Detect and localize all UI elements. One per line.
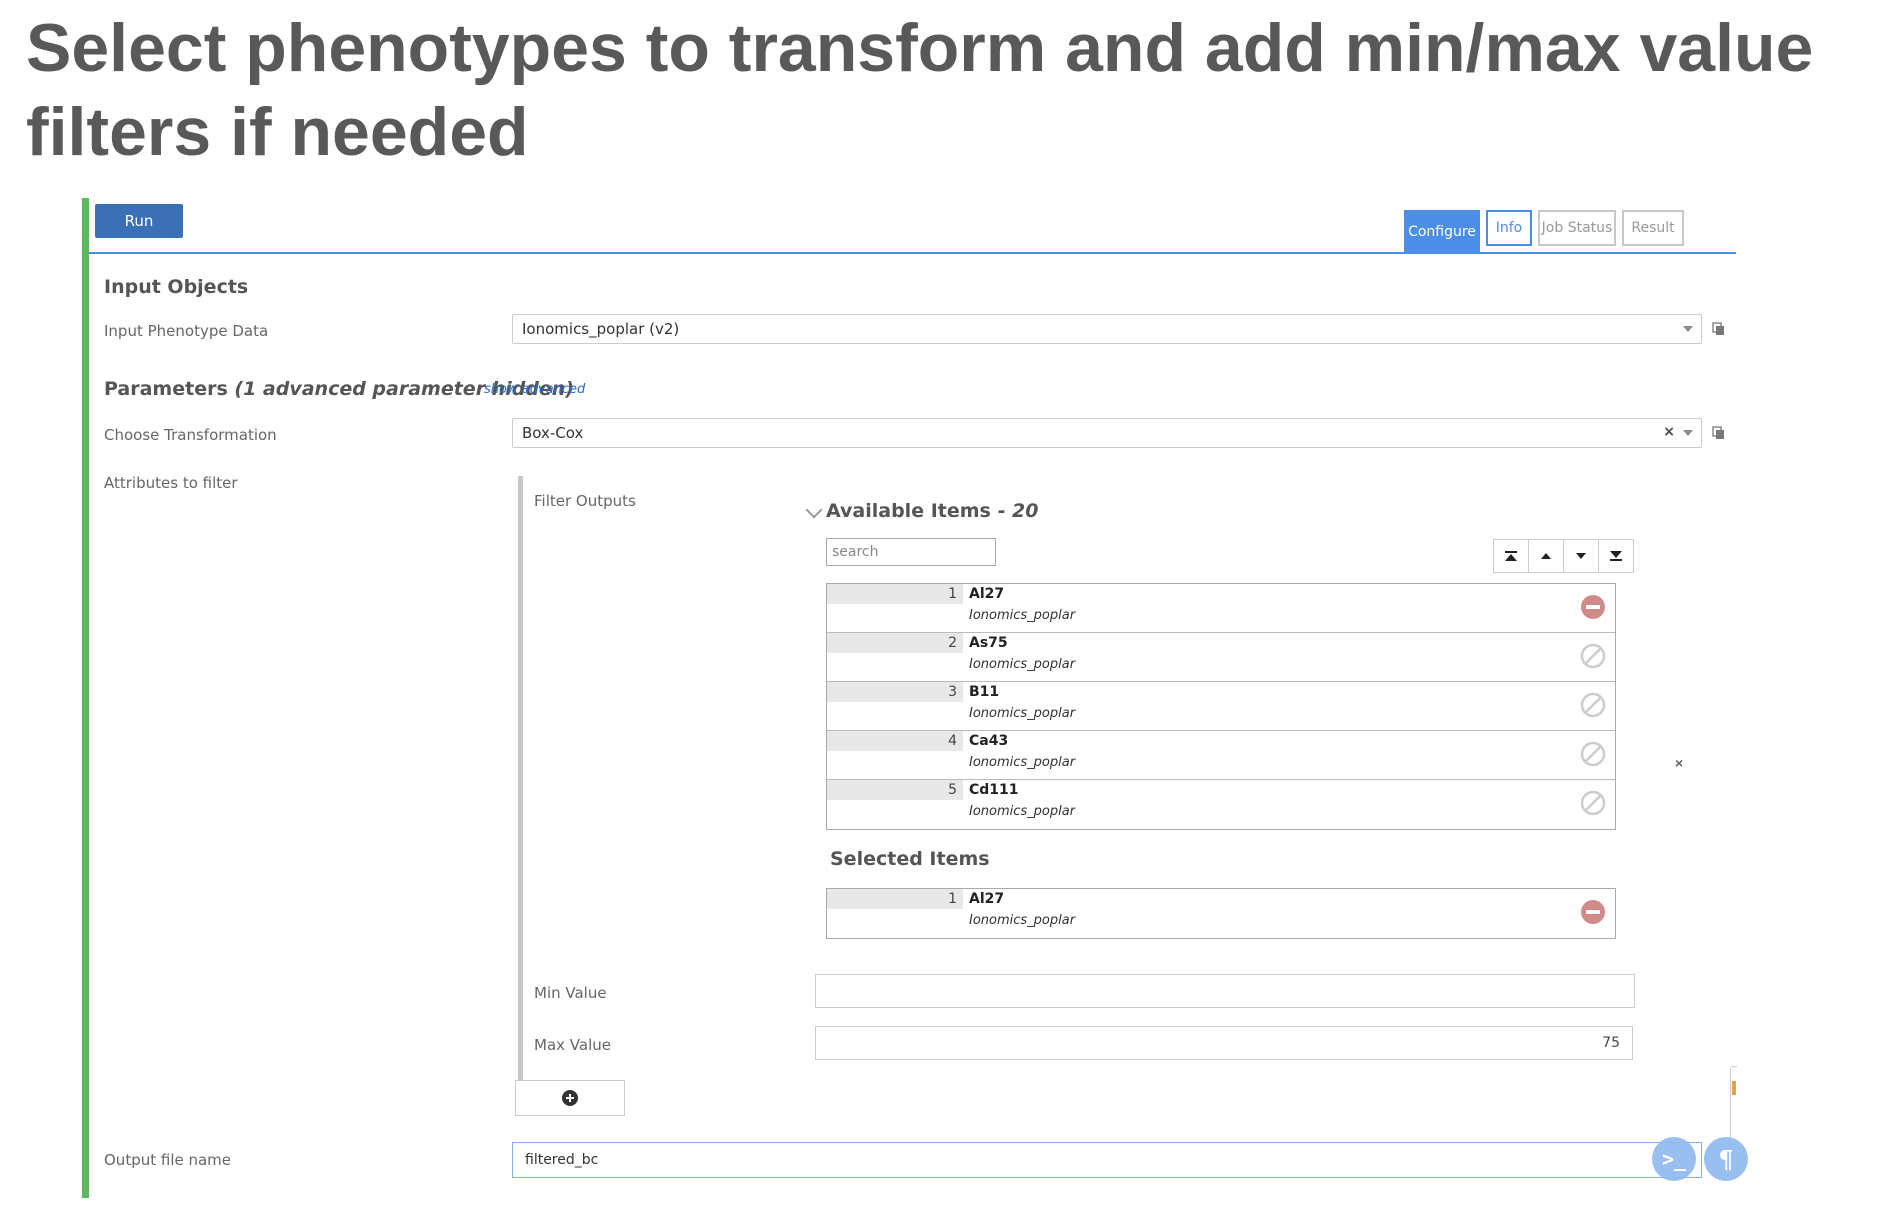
pilcrow-icon[interactable]: ¶	[1704, 1137, 1748, 1181]
transformation-select[interactable]: Box-Cox ×	[512, 418, 1702, 448]
disabled-icon[interactable]	[1579, 642, 1607, 670]
max-value-label: Max Value	[534, 1036, 611, 1054]
side-tab-marker	[1732, 1081, 1736, 1095]
filter-outputs-label: Filter Outputs	[534, 492, 636, 510]
move-bottom-icon	[1610, 551, 1622, 561]
input-phenotype-select[interactable]: Ionomics_poplar (v2)	[512, 314, 1702, 344]
tab-job-status[interactable]: Job Status	[1538, 210, 1616, 246]
list-item[interactable]: 1 Al27 Ionomics_poplar	[827, 889, 1615, 938]
parameters-title: Parameters	[104, 378, 228, 400]
move-up-button[interactable]	[1528, 539, 1564, 573]
search-input[interactable]: search	[826, 538, 996, 566]
move-top-button[interactable]	[1493, 539, 1529, 573]
item-name: Cd111	[969, 782, 1019, 798]
terminal-icon[interactable]: >_	[1652, 1137, 1696, 1181]
run-button[interactable]: Run	[95, 204, 183, 238]
available-items-title: Available Items -	[826, 500, 1012, 522]
move-down-button[interactable]	[1563, 539, 1599, 573]
item-number: 3	[827, 682, 963, 702]
move-top-icon	[1505, 551, 1517, 561]
tab-bar: Configure Info Job Status Result	[1404, 210, 1684, 253]
item-source: Ionomics_poplar	[969, 608, 1076, 623]
item-name: B11	[969, 684, 1000, 700]
input-phenotype-value: Ionomics_poplar (v2)	[522, 320, 680, 338]
remove-icon[interactable]	[1579, 898, 1607, 926]
item-name: Al27	[969, 891, 1005, 907]
list-item[interactable]: 3 B11 Ionomics_poplar	[827, 682, 1615, 731]
item-number: 2	[827, 633, 963, 653]
plus-circle-icon	[562, 1090, 578, 1106]
remove-icon[interactable]	[1579, 593, 1607, 621]
max-value-input[interactable]: 75	[815, 1026, 1633, 1060]
output-name-input[interactable]: filtered_bc	[512, 1142, 1702, 1178]
input-phenotype-label: Input Phenotype Data	[104, 322, 269, 340]
close-icon[interactable]: ×	[1675, 755, 1683, 771]
copy-icon[interactable]	[1712, 426, 1725, 440]
move-up-icon	[1541, 553, 1551, 559]
disabled-icon[interactable]	[1579, 740, 1607, 768]
filter-group-bar	[518, 476, 523, 1080]
item-name: Al27	[969, 586, 1005, 602]
tab-info[interactable]: Info	[1486, 210, 1532, 246]
list-item[interactable]: 4 Ca43 Ionomics_poplar	[827, 731, 1615, 780]
tab-configure[interactable]: Configure	[1404, 210, 1480, 253]
item-number: 5	[827, 780, 963, 800]
panel-accent-bar	[82, 198, 89, 1198]
copy-icon[interactable]	[1712, 322, 1725, 336]
tab-result[interactable]: Result	[1622, 210, 1684, 246]
item-source: Ionomics_poplar	[969, 755, 1076, 770]
available-items-list: 1 Al27 Ionomics_poplar 2 As75 Ionomics_p…	[826, 583, 1616, 830]
app-panel: Run Configure Info Job Status Result Inp…	[82, 198, 1748, 1198]
output-name-label: Output file name	[104, 1151, 232, 1169]
item-source: Ionomics_poplar	[969, 804, 1076, 819]
chevron-down-icon	[1683, 430, 1693, 436]
selected-items-list: 1 Al27 Ionomics_poplar	[826, 888, 1616, 939]
list-item[interactable]: 2 As75 Ionomics_poplar	[827, 633, 1615, 682]
attributes-label: Attributes to filter	[104, 474, 238, 492]
item-name: As75	[969, 635, 1008, 651]
available-items-count: 20	[1011, 500, 1039, 522]
clear-icon[interactable]: ×	[1663, 424, 1675, 440]
move-bottom-button[interactable]	[1598, 539, 1634, 573]
min-value-label: Min Value	[534, 984, 607, 1002]
item-source: Ionomics_poplar	[969, 706, 1076, 721]
reorder-toolbar	[1493, 539, 1634, 573]
item-source: Ionomics_poplar	[969, 913, 1076, 928]
selected-items-heading: Selected Items	[830, 848, 990, 870]
item-number: 4	[827, 731, 963, 751]
transformation-value: Box-Cox	[522, 424, 584, 442]
show-advanced-link[interactable]: show advanced	[484, 382, 585, 397]
chevron-down-icon	[1683, 326, 1693, 332]
disabled-icon[interactable]	[1579, 691, 1607, 719]
item-number: 1	[827, 889, 963, 909]
chevron-down-icon[interactable]	[805, 501, 823, 519]
list-item[interactable]: 5 Cd111 Ionomics_poplar	[827, 780, 1615, 829]
item-source: Ionomics_poplar	[969, 657, 1076, 672]
list-item[interactable]: 1 Al27 Ionomics_poplar	[827, 584, 1615, 633]
input-objects-heading: Input Objects	[104, 276, 249, 298]
min-value-input[interactable]	[815, 974, 1635, 1008]
add-filter-button[interactable]	[515, 1080, 625, 1116]
item-number: 1	[827, 584, 963, 604]
item-name: Ca43	[969, 733, 1009, 749]
move-down-icon	[1576, 553, 1586, 559]
slide-title: Select phenotypes to transform and add m…	[26, 10, 1814, 170]
disabled-icon[interactable]	[1579, 789, 1607, 817]
tab-underline	[89, 252, 1736, 254]
available-items-heading: Available Items - 20	[826, 500, 1038, 522]
transformation-label: Choose Transformation	[104, 426, 277, 444]
